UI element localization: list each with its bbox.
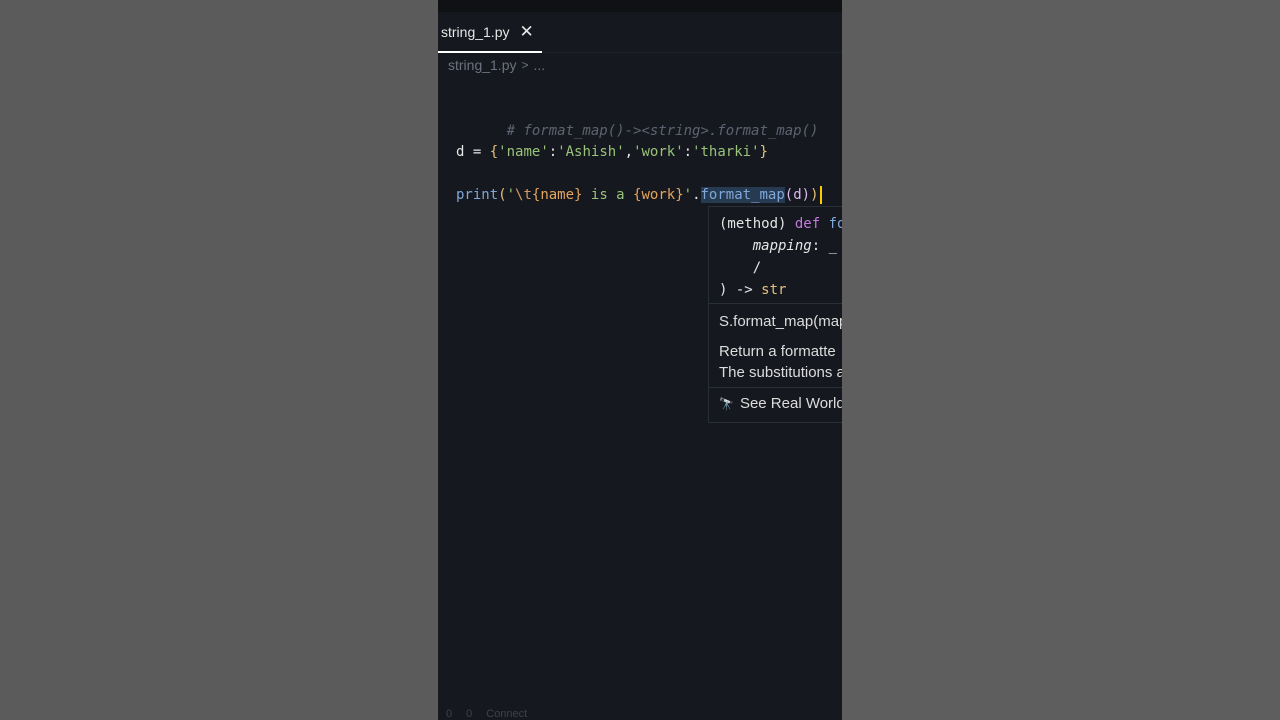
quote-close: ' xyxy=(683,187,693,203)
key-name: 'name' xyxy=(498,144,549,160)
warning-count[interactable]: 0 xyxy=(466,708,472,720)
connect-button[interactable]: Connect xyxy=(486,708,527,720)
sig-name: fo xyxy=(828,216,842,232)
hover-tooltip: (method) def fo mapping: _ / ) -> str S.… xyxy=(708,206,842,423)
tab-bar: string_1.py ✕ xyxy=(438,12,842,53)
see-real-world-link[interactable]: 🔭 See Real World xyxy=(719,393,842,415)
telescope-icon: 🔭 xyxy=(719,397,734,411)
divider xyxy=(709,303,842,304)
quote-open: ' xyxy=(506,187,516,203)
sig-line-1: (method) def fo xyxy=(719,213,842,235)
placeholder-work: {work} xyxy=(633,187,684,203)
right-backdrop xyxy=(842,0,1280,720)
doc-body: Return a formatte The substitutions a xyxy=(719,341,842,383)
left-backdrop xyxy=(0,0,438,720)
tab-label: string_1.py xyxy=(441,23,510,40)
close-brace: } xyxy=(759,144,768,160)
comma: , xyxy=(624,144,634,160)
doc-title: S.format_map(map xyxy=(719,313,842,330)
signature: (method) def fo mapping: _ / ) -> str xyxy=(719,213,842,301)
assign-op: = xyxy=(464,144,490,160)
rparen: ) xyxy=(810,187,819,203)
code-line-dict: d = {'name':'Ashish','work':'tharki'} xyxy=(456,141,768,163)
breadcrumb-file[interactable]: string_1.py xyxy=(448,57,516,73)
sig-slash: / xyxy=(719,260,762,276)
tab-string-1-py[interactable]: string_1.py ✕ xyxy=(438,12,542,53)
sig-param-rest: : _ xyxy=(811,238,838,254)
chevron-right-icon: > xyxy=(521,58,529,72)
comment-text: # format_map()-><string>.format_map() xyxy=(506,123,819,139)
print-function: print xyxy=(456,187,499,203)
sig-line-2: mapping: _ xyxy=(719,235,842,257)
sig-line-4: ) -> str xyxy=(719,279,842,301)
doc-line-1: Return a formatte xyxy=(719,343,836,360)
close-icon[interactable]: ✕ xyxy=(519,23,533,40)
colon: : xyxy=(548,144,558,160)
placeholder-name: {name} xyxy=(531,187,583,203)
breadcrumb-more[interactable]: ... xyxy=(534,57,546,73)
dot: . xyxy=(692,187,701,203)
sig-close: ) -> xyxy=(719,282,762,298)
doc-line-2: The substitutions a xyxy=(719,364,842,381)
title-strip xyxy=(438,0,842,12)
method-format-map[interactable]: format_map xyxy=(700,187,785,203)
text-cursor xyxy=(819,186,822,204)
key-work: 'work' xyxy=(633,144,684,160)
divider xyxy=(709,387,842,388)
colon: : xyxy=(683,144,693,160)
sig-line-3: / xyxy=(719,257,842,279)
value-ashish: 'Ashish' xyxy=(557,144,625,160)
error-count[interactable]: 0 xyxy=(446,708,452,720)
breadcrumb: string_1.py > ... xyxy=(448,55,545,75)
open-brace: { xyxy=(489,144,499,160)
sig-return-type: str xyxy=(761,282,787,298)
status-bar: 0 0 Connect xyxy=(438,708,842,720)
lparen: ( xyxy=(498,187,507,203)
code-line-comment: # format_map()-><string>.format_map() xyxy=(456,98,819,139)
code-line-print: print('\t{name} is a {work}'.format_map(… xyxy=(456,184,822,206)
sig-param: mapping xyxy=(719,238,812,254)
call-args: (d) xyxy=(784,187,811,203)
link-label: See Real World xyxy=(739,395,842,412)
escape-tab: \t xyxy=(515,187,532,203)
sig-def: def xyxy=(794,216,829,232)
value-tharki: 'tharki' xyxy=(692,144,760,160)
sig-method: (method) xyxy=(719,216,795,232)
code-area[interactable]: # format_map()-><string>.format_map() d … xyxy=(456,98,822,204)
docstring: S.format_map(map Return a formatte The s… xyxy=(719,311,842,383)
code-editor: string_1.py ✕ string_1.py > ... # format… xyxy=(438,0,842,720)
string-mid: is a xyxy=(582,187,634,203)
